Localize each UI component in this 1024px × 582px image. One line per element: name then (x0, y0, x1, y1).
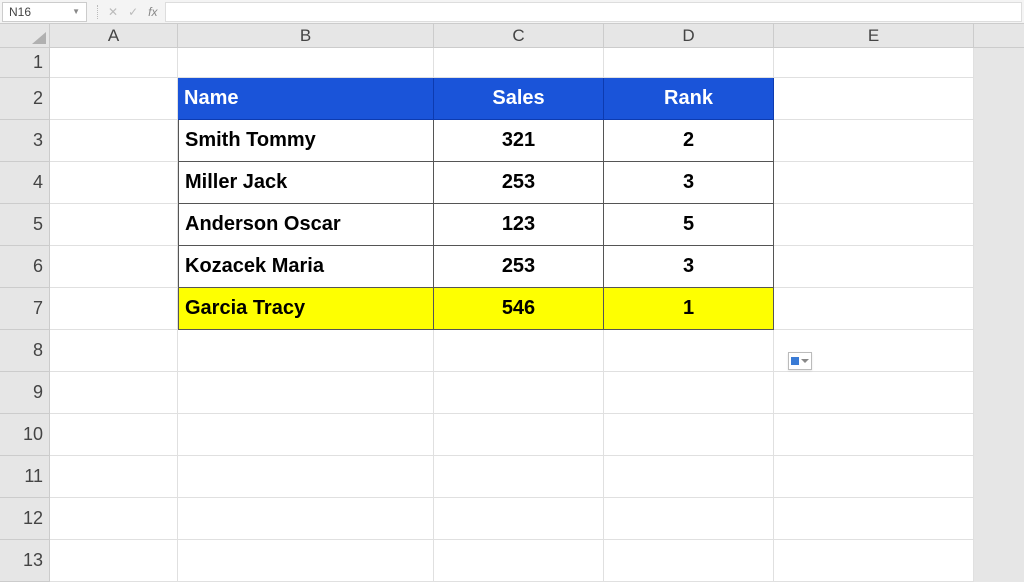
row-header-2[interactable]: 2 (0, 78, 50, 120)
name-box-value: N16 (9, 5, 31, 19)
row-header-1[interactable]: 1 (0, 48, 50, 78)
col-header-B[interactable]: B (178, 24, 434, 48)
cancel-icon[interactable]: ✕ (108, 5, 118, 19)
cell-D11[interactable] (604, 456, 774, 498)
cell-A11[interactable] (50, 456, 178, 498)
col-header-A[interactable]: A (50, 24, 178, 48)
table-row[interactable]: 5 (604, 204, 774, 246)
cell-A6[interactable] (50, 246, 178, 288)
cell-B12[interactable] (178, 498, 434, 540)
row-header-9[interactable]: 9 (0, 372, 50, 414)
table-row[interactable]: Smith Tommy (178, 120, 434, 162)
table-row[interactable]: Anderson Oscar (178, 204, 434, 246)
autofill-options-button[interactable] (788, 352, 812, 370)
cell-B11[interactable] (178, 456, 434, 498)
table-row[interactable]: 3 (604, 246, 774, 288)
formula-input[interactable] (165, 2, 1022, 22)
dropdown-icon[interactable]: ▼ (72, 7, 80, 16)
col-header-D[interactable]: D (604, 24, 774, 48)
table-header-sales[interactable]: Sales (434, 78, 604, 120)
cell-C10[interactable] (434, 414, 604, 456)
cells-area[interactable]: Name Sales Rank Smith Tommy 321 2 Miller… (50, 48, 1024, 582)
select-all-triangle[interactable] (0, 24, 50, 48)
cell-D12[interactable] (604, 498, 774, 540)
col-header-C[interactable]: C (434, 24, 604, 48)
cell-D10[interactable] (604, 414, 774, 456)
autofill-icon (791, 357, 799, 365)
table-row[interactable]: 1 (604, 288, 774, 330)
cell-E7[interactable] (774, 288, 974, 330)
cell-A5[interactable] (50, 204, 178, 246)
chevron-down-icon (801, 359, 809, 363)
cell-E1[interactable] (774, 48, 974, 78)
col-header-E[interactable]: E (774, 24, 974, 48)
cell-A9[interactable] (50, 372, 178, 414)
column-headers: A B C D E (0, 24, 1024, 48)
cell-C8[interactable] (434, 330, 604, 372)
row-header-12[interactable]: 12 (0, 498, 50, 540)
row-header-6[interactable]: 6 (0, 246, 50, 288)
cell-B8[interactable] (178, 330, 434, 372)
cell-B1[interactable] (178, 48, 434, 78)
cell-E2[interactable] (774, 78, 974, 120)
row-header-3[interactable]: 3 (0, 120, 50, 162)
table-row[interactable]: Kozacek Maria (178, 246, 434, 288)
table-row[interactable]: Miller Jack (178, 162, 434, 204)
table-row[interactable]: 253 (434, 162, 604, 204)
spreadsheet-grid[interactable]: A B C D E 1 2 3 4 5 6 7 8 9 10 11 12 13 (0, 24, 1024, 582)
row-header-8[interactable]: 8 (0, 330, 50, 372)
cell-E11[interactable] (774, 456, 974, 498)
table-row[interactable]: 321 (434, 120, 604, 162)
cell-E6[interactable] (774, 246, 974, 288)
table-row[interactable]: 2 (604, 120, 774, 162)
table-row[interactable]: Garcia Tracy (178, 288, 434, 330)
cell-A2[interactable] (50, 78, 178, 120)
row-header-10[interactable]: 10 (0, 414, 50, 456)
name-box[interactable]: N16 ▼ (2, 2, 87, 22)
row-header-5[interactable]: 5 (0, 204, 50, 246)
table-header-name[interactable]: Name (178, 78, 434, 120)
table-row[interactable]: 123 (434, 204, 604, 246)
cell-A1[interactable] (50, 48, 178, 78)
table-row[interactable]: 3 (604, 162, 774, 204)
table-row[interactable]: 253 (434, 246, 604, 288)
cell-C1[interactable] (434, 48, 604, 78)
formula-bar: N16 ▼ ✕ ✓ fx (0, 0, 1024, 24)
table-row[interactable]: 546 (434, 288, 604, 330)
cell-C11[interactable] (434, 456, 604, 498)
row-header-7[interactable]: 7 (0, 288, 50, 330)
row-headers: 1 2 3 4 5 6 7 8 9 10 11 12 13 (0, 48, 50, 582)
row-header-4[interactable]: 4 (0, 162, 50, 204)
cell-A4[interactable] (50, 162, 178, 204)
cell-E3[interactable] (774, 120, 974, 162)
cell-E10[interactable] (774, 414, 974, 456)
cell-D8[interactable] (604, 330, 774, 372)
cell-B9[interactable] (178, 372, 434, 414)
cell-D1[interactable] (604, 48, 774, 78)
cell-A8[interactable] (50, 330, 178, 372)
cell-E12[interactable] (774, 498, 974, 540)
cell-E4[interactable] (774, 162, 974, 204)
cell-A12[interactable] (50, 498, 178, 540)
cell-B10[interactable] (178, 414, 434, 456)
cell-A7[interactable] (50, 288, 178, 330)
cell-C12[interactable] (434, 498, 604, 540)
insert-function-icon[interactable]: fx (148, 5, 157, 19)
row-header-11[interactable]: 11 (0, 456, 50, 498)
cell-E5[interactable] (774, 204, 974, 246)
cell-A10[interactable] (50, 414, 178, 456)
cell-E9[interactable] (774, 372, 974, 414)
cell-A3[interactable] (50, 120, 178, 162)
enter-icon[interactable]: ✓ (128, 5, 138, 19)
formula-bar-buttons: ✕ ✓ fx (89, 5, 165, 19)
cell-D9[interactable] (604, 372, 774, 414)
table-header-rank[interactable]: Rank (604, 78, 774, 120)
cell-C9[interactable] (434, 372, 604, 414)
